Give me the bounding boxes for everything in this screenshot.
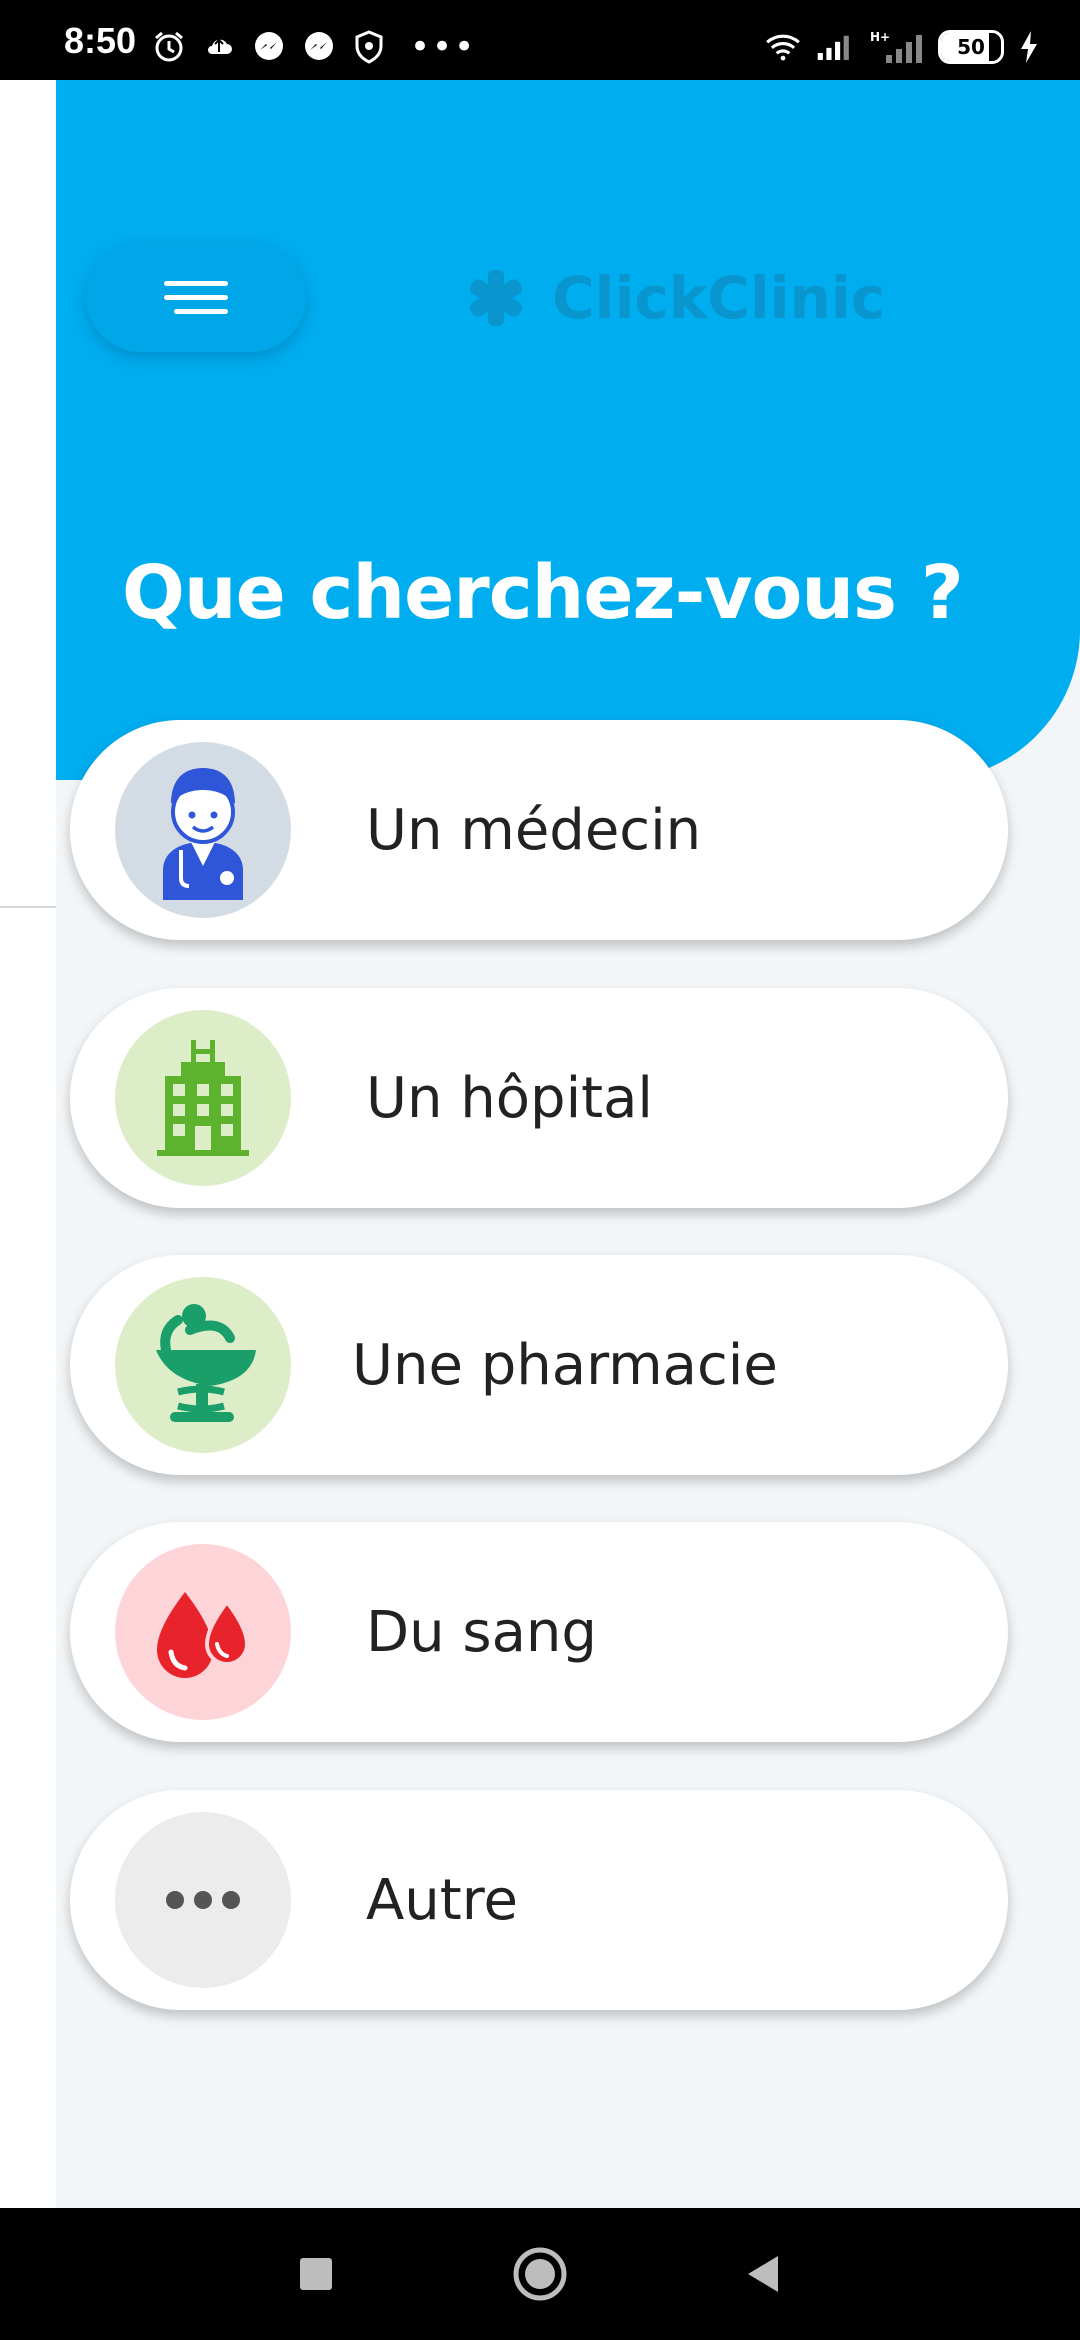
option-icon-circle	[115, 742, 291, 918]
option-doctor[interactable]: Un médecin	[70, 720, 1008, 940]
battery-icon: 50	[938, 30, 1004, 64]
clinic-star-of-life-icon	[469, 270, 523, 326]
option-label: Un hôpital	[366, 1065, 653, 1131]
menu-button[interactable]	[86, 242, 306, 352]
option-icon-circle	[115, 1277, 291, 1453]
header-panel	[56, 80, 1080, 780]
option-blood[interactable]: Du sang	[70, 1522, 1008, 1742]
option-label: Du sang	[366, 1599, 597, 1665]
hamburger-line	[164, 280, 228, 286]
option-icon-circle	[115, 1544, 291, 1720]
home-button[interactable]	[510, 2244, 570, 2304]
page-title: Que cherchez-vous ?	[122, 550, 964, 636]
brand-logo: ClickClinic	[464, 258, 885, 338]
alarm-icon	[150, 28, 188, 66]
cloud-upload-icon	[200, 28, 238, 66]
square-icon	[300, 2258, 332, 2290]
circle-home-icon	[513, 2247, 567, 2301]
navigation-drawer-edge[interactable]	[0, 80, 56, 2208]
more-dots-icon: •••	[410, 27, 477, 67]
option-pharmacy[interactable]: Une pharmacie	[70, 1255, 1008, 1475]
option-label: Un médecin	[366, 797, 702, 863]
status-notification-icons: •••	[150, 28, 476, 66]
drawer-divider	[0, 906, 56, 908]
triangle-back-icon	[748, 2256, 778, 2292]
hamburger-line	[164, 294, 228, 300]
network-type-label: H+	[870, 30, 890, 44]
option-hospital[interactable]: Un hôpital	[70, 988, 1008, 1208]
system-navigation-bar	[0, 2208, 1080, 2340]
battery-level: 50	[957, 35, 985, 59]
charging-bolt-icon	[1018, 28, 1040, 66]
back-button[interactable]	[734, 2244, 794, 2304]
recent-apps-button[interactable]	[286, 2244, 346, 2304]
signal-h-plus-icon: H+	[868, 28, 924, 66]
option-icon-circle	[115, 1010, 291, 1186]
main-content: ClickClinic Que cherchez-vous ? Un médec…	[56, 80, 1080, 2208]
blood-drops-icon	[157, 1592, 250, 1678]
status-system-icons: H+ 50	[764, 28, 1040, 66]
option-icon-circle	[115, 1812, 291, 1988]
wifi-icon	[764, 28, 802, 66]
hospital-icon	[157, 1040, 249, 1156]
hamburger-line	[174, 308, 228, 314]
pharmacy-icon	[156, 1304, 256, 1422]
option-label: Autre	[366, 1867, 519, 1933]
app-screen: ClickClinic Que cherchez-vous ? Un médec…	[0, 80, 1080, 2208]
messenger-icon	[250, 28, 288, 66]
option-label: Une pharmacie	[352, 1332, 778, 1398]
status-bar: 8:50 ••• H+ 50	[0, 0, 1080, 80]
more-dots-icon	[166, 1891, 240, 1909]
messenger-icon	[300, 28, 338, 66]
doctor-icon	[163, 768, 243, 900]
signal-icon	[816, 28, 854, 66]
option-other[interactable]: Autre	[70, 1790, 1008, 2010]
status-time: 8:50	[64, 20, 137, 61]
brand-name: ClickClinic	[552, 264, 886, 332]
shield-icon	[350, 28, 388, 66]
